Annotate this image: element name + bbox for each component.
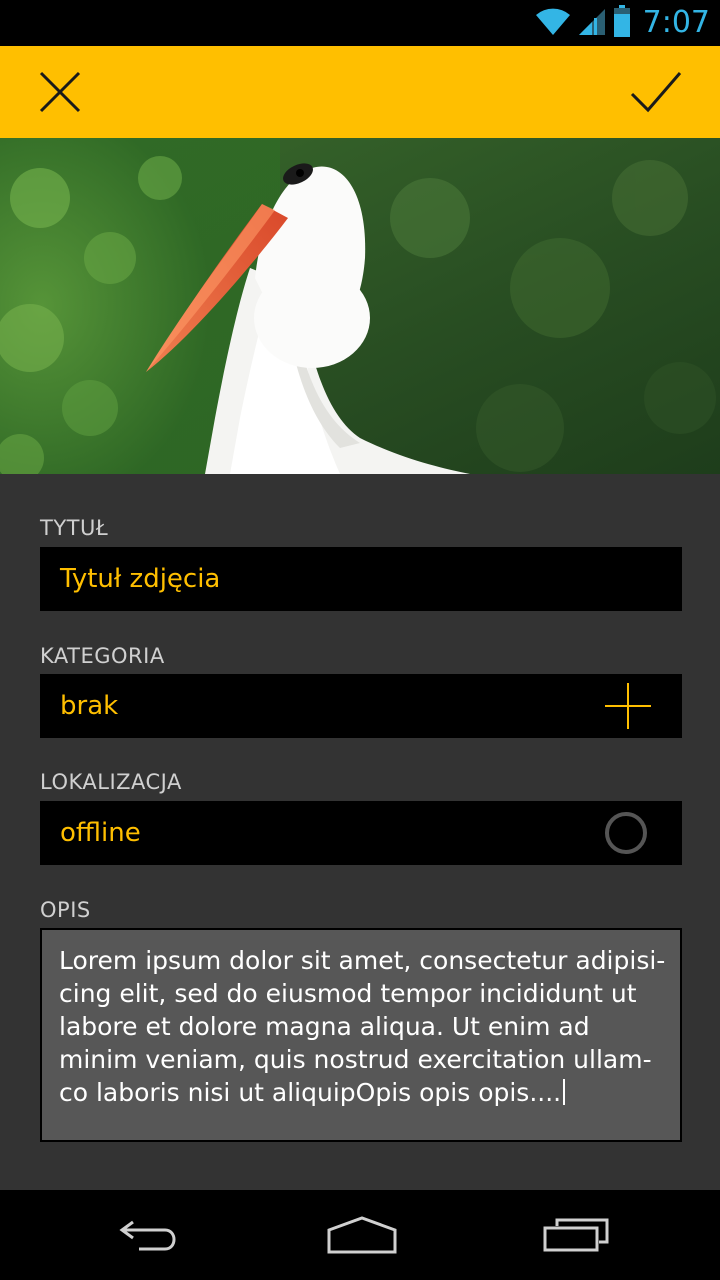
- description-text: Lorem ipsum dolor sit amet, consectetur …: [59, 944, 669, 1109]
- close-icon: [39, 71, 81, 113]
- signal-icon: [577, 6, 607, 41]
- battery-icon: [613, 4, 631, 42]
- status-icons: 7:07: [535, 4, 710, 42]
- checkmark-icon: [630, 72, 682, 113]
- location-label: LOKALIZACJA: [40, 770, 182, 794]
- recent-apps-button[interactable]: [506, 1190, 646, 1280]
- description-label: OPIS: [40, 898, 91, 922]
- confirm-button[interactable]: [610, 46, 702, 138]
- location-value: offline: [60, 818, 141, 848]
- wifi-icon: [535, 6, 571, 41]
- back-button[interactable]: [80, 1190, 220, 1280]
- title-field[interactable]: Tytuł zdjęcia: [40, 547, 682, 611]
- circle-icon[interactable]: [602, 809, 650, 857]
- recent-apps-icon: [543, 1218, 609, 1252]
- description-value: Lorem ipsum dolor sit amet, consectetur …: [59, 946, 666, 1107]
- stork-photo: [0, 138, 720, 474]
- status-time: 7:07: [642, 5, 710, 40]
- home-button[interactable]: [292, 1190, 432, 1280]
- category-field[interactable]: brak: [40, 674, 682, 738]
- status-bar: 7:07: [0, 0, 720, 46]
- title-label: TYTUŁ: [40, 516, 109, 540]
- back-icon: [119, 1220, 176, 1251]
- title-value: Tytuł zdjęcia: [60, 564, 221, 594]
- category-value: brak: [60, 691, 119, 721]
- text-caret: [563, 1079, 566, 1105]
- action-bar: [0, 46, 720, 138]
- description-textarea[interactable]: Lorem ipsum dolor sit amet, consectetur …: [40, 928, 682, 1142]
- photo-image: [0, 138, 720, 474]
- home-icon: [327, 1216, 397, 1254]
- navigation-bar: [0, 1190, 720, 1280]
- category-label: KATEGORIA: [40, 644, 165, 668]
- close-button[interactable]: [14, 46, 106, 138]
- location-field[interactable]: offline: [40, 801, 682, 865]
- plus-icon[interactable]: [604, 682, 652, 730]
- photo-details-form: TYTUŁ Tytuł zdjęcia KATEGORIA brak LOKAL…: [0, 474, 720, 1190]
